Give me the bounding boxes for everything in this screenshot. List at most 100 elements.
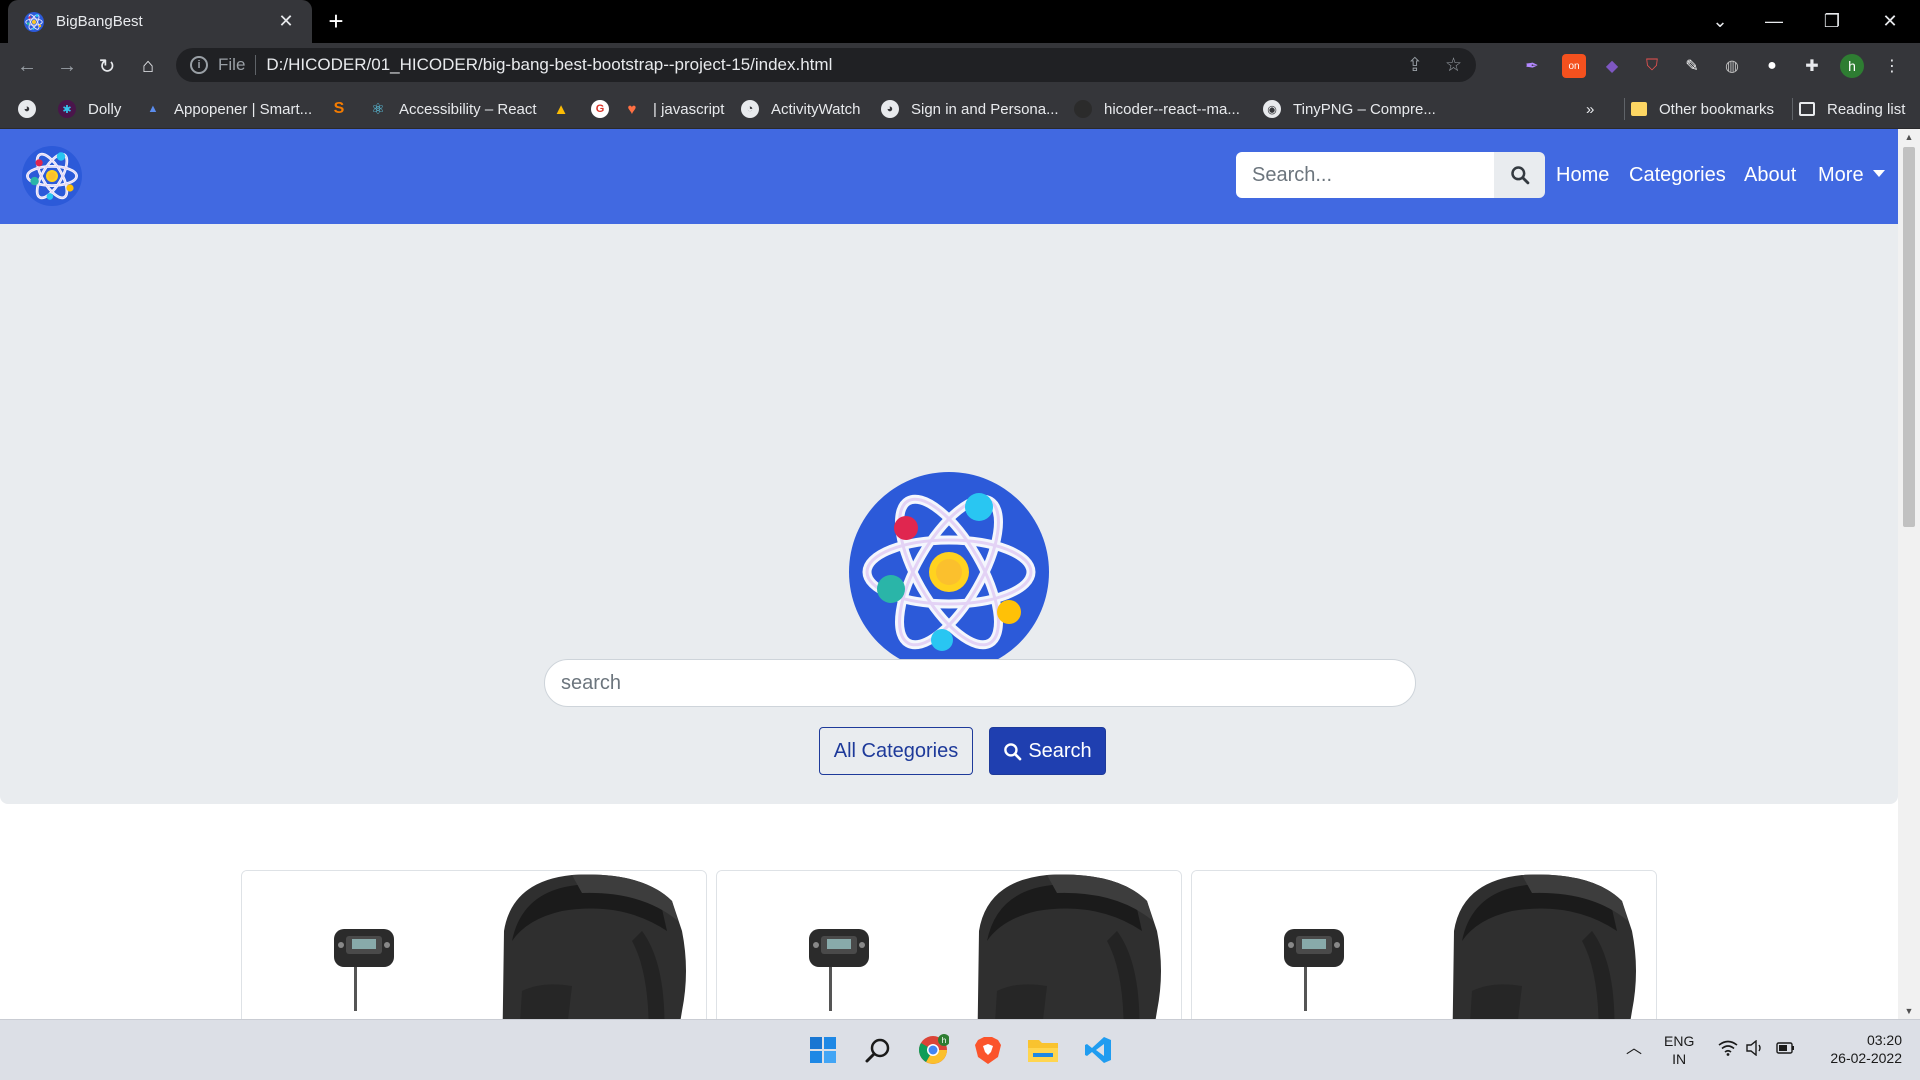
bookmark-hicoder[interactable]: hicoder--react--ma... — [1074, 98, 1240, 120]
close-window-button[interactable]: ✕ — [1862, 0, 1918, 43]
share-icon[interactable]: ⇪ — [1407, 54, 1423, 77]
page-scrollbar[interactable]: ▲ ▼ — [1898, 129, 1920, 1019]
caret-down-icon — [1872, 170, 1885, 177]
pen-extension-icon[interactable]: ✎ — [1680, 54, 1704, 78]
brave-icon[interactable] — [968, 1030, 1008, 1070]
browser-tab[interactable]: BigBangBest ✕ — [8, 0, 312, 43]
home-button[interactable]: ⌂ — [131, 49, 165, 83]
atom-favicon-icon — [24, 12, 44, 32]
slack-icon: ✱ — [58, 100, 76, 118]
url-divider — [255, 55, 257, 75]
tab-title: BigBangBest — [56, 13, 143, 30]
page-viewport: Home Categories About More All Categorie… — [0, 129, 1898, 1019]
nav-link-categories[interactable]: Categories — [1629, 164, 1726, 187]
battery-icon[interactable] — [1774, 1040, 1796, 1060]
bookmark-label: hicoder--react--ma... — [1104, 100, 1240, 118]
address-bar[interactable]: i File D:/HICODER/01_HICODER/big-bang-be… — [176, 48, 1476, 82]
vscode-icon[interactable] — [1078, 1030, 1118, 1070]
clock-date: 26-02-2022 — [1830, 1050, 1902, 1066]
language-indicator[interactable]: ENG IN — [1664, 1032, 1694, 1068]
profile-avatar[interactable]: h — [1840, 54, 1864, 78]
bookmark-tinypng[interactable]: ◉ TinyPNG – Compre... — [1263, 98, 1436, 120]
show-hidden-icons-chevron-icon[interactable]: ︿ — [1626, 1040, 1642, 1058]
close-tab-icon[interactable]: ✕ — [276, 11, 296, 32]
svg-text:h: h — [941, 1036, 946, 1045]
hero-search-input[interactable] — [544, 659, 1416, 707]
bookmark-drive[interactable]: ▲ — [552, 98, 582, 120]
product-card[interactable] — [716, 870, 1182, 1019]
windows-taskbar: h ︿ ENG IN 03:20 26-02-2022 — [0, 1019, 1920, 1080]
shield-extension-icon[interactable]: ⛉ — [1640, 54, 1664, 78]
clock[interactable]: 03:20 26-02-2022 — [1818, 1031, 1902, 1067]
scrollbar-thumb[interactable] — [1903, 147, 1915, 527]
product-card[interactable] — [241, 870, 707, 1019]
bookmark-star-icon[interactable]: ☆ — [1445, 54, 1462, 77]
bookmark-activitywatch[interactable]: ◔ ActivityWatch — [741, 98, 860, 120]
navbar-search — [1236, 152, 1545, 198]
navbar-search-button[interactable] — [1494, 152, 1545, 198]
site-navbar: Home Categories About More — [0, 129, 1898, 224]
reload-button[interactable]: ↻ — [90, 49, 124, 83]
nav-link-about[interactable]: About — [1744, 164, 1796, 187]
bookmark-javascript[interactable]: ♥ | javascript — [623, 98, 725, 120]
react-icon: ⚛ — [371, 101, 385, 118]
all-categories-button[interactable]: All Categories — [819, 727, 973, 775]
globe-extension-icon[interactable]: ◍ — [1720, 54, 1744, 78]
browser-title-bar: BigBangBest ✕ + ⌄ — ❐ ✕ — [0, 0, 1920, 43]
new-tab-button[interactable]: + — [322, 8, 350, 36]
volume-icon[interactable] — [1745, 1039, 1765, 1060]
bookmark-globe[interactable]: ◕ — [18, 98, 48, 120]
bookmark-notion[interactable]: G — [591, 98, 621, 120]
back-button[interactable]: ← — [10, 49, 44, 83]
hero-atom-logo — [849, 472, 1049, 672]
nav-link-home[interactable]: Home — [1556, 164, 1609, 187]
scroll-up-arrow-icon[interactable]: ▲ — [1898, 129, 1920, 145]
tab-search-icon[interactable]: ⌄ — [1692, 0, 1748, 43]
bookmark-accessibility-react[interactable]: ⚛ Accessibility – React — [369, 98, 537, 120]
bookmark-dolly[interactable]: ✱ Dolly — [58, 98, 121, 120]
drive-icon: ▲ — [553, 100, 569, 118]
extensions-puzzle-icon[interactable]: ✚ — [1800, 54, 1824, 78]
bookmarks-overflow-button[interactable]: » — [1586, 98, 1594, 120]
bookmark-label: Appopener | Smart... — [174, 100, 313, 118]
bookmark-label: Accessibility – React — [399, 100, 537, 118]
forward-button[interactable]: → — [50, 49, 84, 83]
site-logo[interactable] — [22, 146, 82, 206]
windows-start-icon[interactable] — [803, 1030, 843, 1070]
bookmark-label: Dolly — [88, 100, 122, 118]
globe-icon: ◕ — [881, 100, 899, 118]
product-card[interactable] — [1191, 870, 1657, 1019]
language-code: ENG — [1664, 1033, 1695, 1049]
scroll-down-arrow-icon[interactable]: ▼ — [1898, 1003, 1920, 1019]
gem-extension-icon[interactable]: ◆ — [1600, 54, 1624, 78]
url-text[interactable]: D:/HICODER/01_HICODER/big-bang-best-boot… — [266, 55, 1385, 75]
wifi-icon[interactable] — [1718, 1040, 1738, 1060]
notion-icon: G — [591, 100, 609, 118]
other-bookmarks-folder[interactable]: Other bookmarks — [1624, 98, 1774, 120]
circle-extension-icon[interactable]: ● — [1760, 54, 1784, 78]
heart-icon: ♥ — [627, 100, 637, 118]
search-icon[interactable] — [858, 1030, 898, 1070]
hero-search-button[interactable]: Search — [989, 727, 1106, 775]
onoff-extension-icon[interactable]: on — [1562, 54, 1586, 78]
navbar-search-input[interactable] — [1236, 152, 1494, 198]
url-scheme: File — [218, 55, 246, 74]
search-icon — [1510, 165, 1530, 185]
minimize-button[interactable]: — — [1746, 0, 1802, 43]
feather-extension-icon[interactable]: ✒ — [1520, 54, 1544, 78]
chrome-icon[interactable]: h — [913, 1030, 953, 1070]
nav-dropdown-more[interactable]: More — [1818, 164, 1885, 187]
bookmark-appopener[interactable]: ▲ Appopener | Smart... — [144, 98, 313, 120]
site-info-icon[interactable]: i — [190, 56, 208, 74]
restore-button[interactable]: ❐ — [1804, 0, 1860, 43]
other-bookmarks-label: Other bookmarks — [1659, 100, 1775, 118]
region-code: IN — [1672, 1051, 1687, 1067]
globe-icon: ◕ — [18, 100, 36, 118]
bookmark-label: | javascript — [653, 100, 725, 118]
reading-list-button[interactable]: Reading list — [1792, 98, 1905, 120]
bookmark-sign-in[interactable]: ◕ Sign in and Persona... — [881, 98, 1059, 120]
bookmark-s[interactable]: S — [330, 98, 360, 120]
hero-section: All Categories Search — [0, 224, 1898, 804]
chrome-menu-icon[interactable]: ⋮ — [1880, 54, 1904, 78]
file-explorer-icon[interactable] — [1023, 1030, 1063, 1070]
